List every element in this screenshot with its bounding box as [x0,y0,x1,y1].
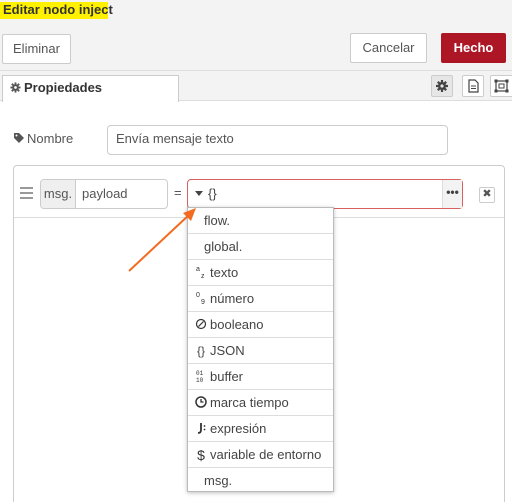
gear-icon [436,80,448,92]
menu-item-label: marca tiempo [210,395,289,410]
svg-text:10: 10 [196,377,204,383]
tab-bar: Propiedades [0,71,512,102]
typed-input[interactable]: {} ••• [187,179,463,209]
tab-properties-label: Propiedades [24,80,103,95]
clock-icon [194,395,208,411]
menu-item-label: msg. [204,473,233,488]
dialog-toolbar: Eliminar Cancelar Hecho [0,26,512,71]
equals-sign: = [174,185,182,200]
drag-handle-icon[interactable] [20,187,33,202]
node-settings-button[interactable] [431,75,453,97]
menu-item-label: global. [204,239,243,254]
cancel-button[interactable]: Cancelar [350,33,427,63]
gear-icon [10,82,21,93]
buffer-icon: 01 10 [194,369,208,385]
menu-item-json[interactable]: {} JSON [188,338,333,364]
done-button[interactable]: Hecho [441,33,506,63]
typed-input-value: {} [208,186,217,201]
file-text-icon [468,79,479,93]
menu-item-buffer[interactable]: 01 10 buffer [188,364,333,390]
node-appearance-button[interactable] [490,75,512,97]
svg-text:z: z [201,273,205,279]
menu-item-string[interactable]: az texto [188,260,333,286]
menu-item-boolean[interactable]: booleano [188,312,333,338]
name-input[interactable]: Envía mensaje texto [107,125,448,155]
number-icon: 09 [194,291,208,307]
remove-property-button[interactable]: ✖ [479,187,495,203]
menu-item-msg[interactable]: msg. [188,468,333,494]
property-name-value: payload [82,186,128,201]
msg-prefix: msg. [41,180,76,208]
menu-item-label: número [210,291,255,306]
svg-text:0: 0 [196,292,200,299]
dialog-title: Editar nodo inject [3,2,113,17]
menu-item-label: expresión [210,421,267,436]
menu-item-env-variable[interactable]: $ variable de entorno [188,442,333,468]
json-icon: {} [196,344,205,358]
name-label: Nombre [13,131,73,147]
edit-node-dialog: Editar nodo inject Eliminar Cancelar Hec… [0,0,512,502]
property-name-input[interactable]: msg. payload [40,179,168,209]
delete-button[interactable]: Eliminar [2,34,71,64]
jsonata-icon [194,421,208,437]
menu-item-number[interactable]: 09 número [188,286,333,312]
dollar-icon: $ [197,447,205,463]
string-icon: az [194,265,208,281]
caret-down-icon[interactable] [195,191,203,196]
svg-text:a: a [196,266,200,273]
tab-properties[interactable]: Propiedades [2,75,179,102]
menu-item-label: variable de entorno [210,447,322,462]
menu-item-label: texto [210,265,239,280]
name-label-text: Nombre [27,131,74,146]
menu-item-label: flow. [204,213,231,228]
menu-item-global[interactable]: global. [188,234,333,260]
object-group-icon [494,79,509,93]
menu-item-expression[interactable]: expresión [188,416,333,442]
svg-text:01: 01 [196,370,204,377]
title-bar: Editar nodo inject [0,0,512,26]
menu-item-flow[interactable]: flow. [188,208,333,234]
expand-editor-button[interactable]: ••• [442,180,462,208]
menu-item-label: JSON [210,343,245,358]
menu-item-label: booleano [210,317,264,332]
tag-icon [14,133,24,143]
menu-item-label: buffer [210,369,244,384]
svg-text:9: 9 [201,299,205,305]
node-description-button[interactable] [462,75,484,97]
boolean-icon [194,317,208,333]
menu-item-timestamp[interactable]: marca tiempo [188,390,333,416]
type-dropdown-menu: flow. global. az texto 09 número boolean… [187,207,334,492]
